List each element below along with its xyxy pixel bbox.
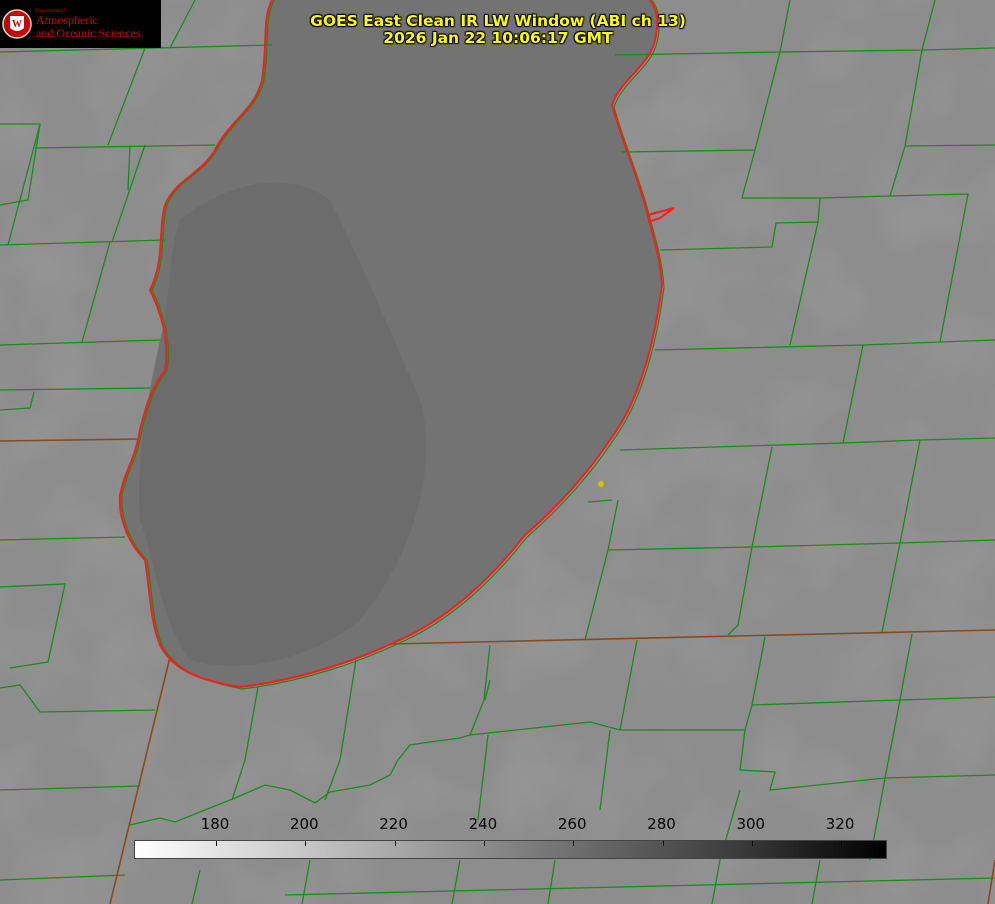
colorbar-tick-label: 200 [289, 815, 319, 833]
uw-aos-logo: W Department of Atmospheric and Oceanic … [0, 0, 161, 48]
colorbar-tick-label: 300 [736, 815, 766, 833]
colorbar-tick-label: 260 [557, 815, 587, 833]
image-title: GOES East Clean IR LW Window (ABI ch 13) [310, 12, 686, 30]
colorbar-tick-label: 240 [468, 815, 498, 833]
colorbar-tick-mark [662, 841, 664, 846]
colorbar-tick-label: 320 [825, 815, 855, 833]
colorbar-tick-mark [573, 841, 575, 846]
satellite-image [0, 0, 995, 904]
colorbar-tick-label: 180 [200, 815, 230, 833]
colorbar-tick-mark [216, 841, 217, 846]
uw-seal-icon: W [2, 9, 32, 39]
logo-name-line1: Atmospheric [36, 13, 98, 28]
colorbar [134, 840, 887, 859]
colorbar-tick-label: 280 [647, 815, 676, 833]
logo-name-line2: and Oceanic Sciences [36, 25, 141, 40]
colorbar-tick-label: 220 [379, 815, 408, 833]
colorbar-tick-mark [394, 841, 396, 846]
image-timestamp: 2026 Jan 22 10:06:17 GMT [383, 29, 613, 47]
colorbar-tick-mark [841, 841, 843, 846]
colorbar-tick-mark [483, 841, 485, 846]
station-marker [598, 481, 604, 487]
colorbar-tick-mark [751, 841, 753, 846]
colorbar-tick-mark [305, 841, 307, 846]
svg-text:W: W [12, 19, 22, 30]
